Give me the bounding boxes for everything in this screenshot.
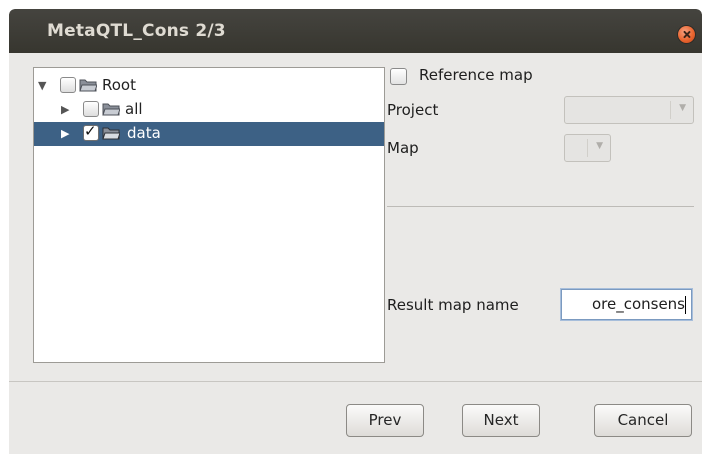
tree-node-label: all [125,100,143,118]
chevron-down-icon: ▼ [596,141,603,151]
triangle-right-icon[interactable]: ▶ [61,127,69,140]
window-title: MetaQTL_Cons 2/3 [47,21,226,41]
project-label: Project [387,101,439,119]
text-caret [685,296,686,314]
chevron-down-icon: ▼ [679,103,686,113]
dialog-window: MetaQTL_Cons 2/3 ▼ Root ▶ all ▶ ✓ data R… [9,9,702,454]
project-select[interactable]: ▼ [564,96,694,124]
title-bar[interactable]: MetaQTL_Cons 2/3 [9,9,702,53]
triangle-down-icon[interactable]: ▼ [38,79,46,92]
section-divider [387,206,694,207]
reference-map-label: Reference map [419,66,533,84]
tree-checkbox-all[interactable] [83,101,99,117]
tree-checkbox-root[interactable] [60,77,76,93]
close-icon[interactable] [678,26,695,43]
folder-icon [102,127,120,140]
tree-node-label: data [127,124,161,142]
tree-node-all[interactable]: ▶ all [34,98,384,122]
result-map-name-label: Result map name [387,296,519,314]
map-select[interactable]: ▼ [564,134,611,162]
result-map-name-value: ore_consens [591,295,685,313]
tree-checkbox-data[interactable] [83,122,99,141]
map-label: Map [387,139,419,157]
map-tree[interactable]: ▼ Root ▶ all ▶ data [33,67,385,363]
tree-node-label: Root [102,76,136,94]
folder-icon [79,79,97,92]
prev-button[interactable]: Prev [346,404,424,437]
tree-node-data[interactable]: ▶ data [34,122,384,146]
button-bar-separator [9,381,702,382]
triangle-right-icon[interactable]: ▶ [61,103,69,116]
combo-separator [670,101,671,119]
folder-icon [102,103,120,116]
result-map-name-input[interactable]: ore_consens [561,289,692,320]
tree-node-root[interactable]: ▼ Root [34,74,384,98]
next-button[interactable]: Next [462,404,540,437]
reference-map-checkbox[interactable] [390,68,407,85]
combo-separator [587,139,588,157]
cancel-button[interactable]: Cancel [594,404,692,437]
